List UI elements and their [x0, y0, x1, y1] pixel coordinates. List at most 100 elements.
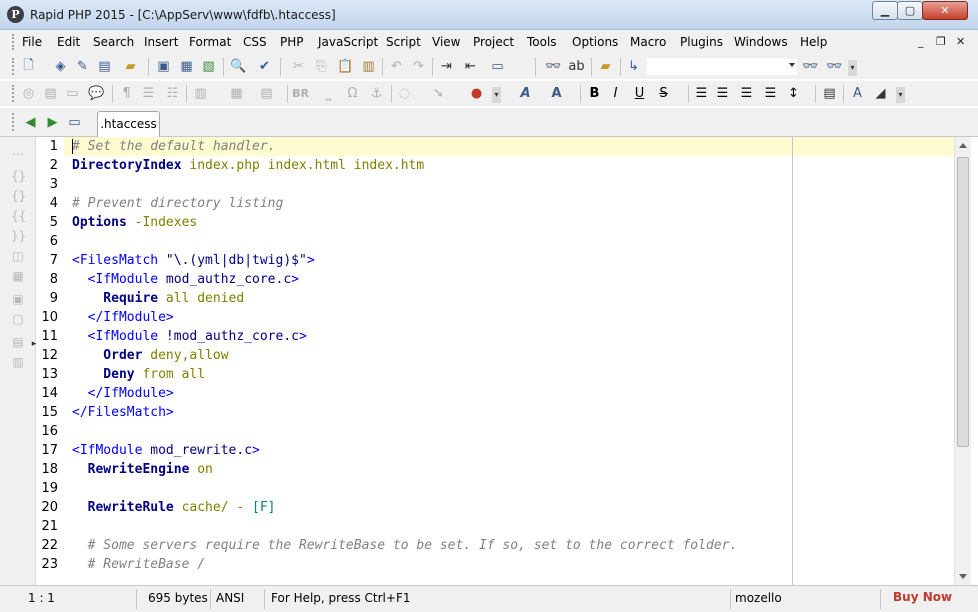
code-line[interactable]	[64, 479, 954, 498]
code-line[interactable]	[64, 517, 954, 536]
line-break-icon[interactable]: BR	[292, 85, 309, 102]
next-tab-icon[interactable]: ▶	[44, 114, 61, 131]
fold-icon[interactable]: {}	[11, 169, 26, 183]
mdi-close-button[interactable]: ✕	[956, 35, 965, 48]
bold-icon[interactable]: B	[586, 85, 603, 102]
code-line[interactable]: Require all denied	[64, 289, 954, 308]
code-line[interactable]: </IfModule>	[64, 308, 954, 327]
strike-icon[interactable]: S	[655, 85, 672, 102]
new-file-icon[interactable]: 🗋	[20, 58, 37, 75]
code-line[interactable]: <IfModule !mod_authz_core.c>	[64, 327, 954, 346]
edit-file-icon[interactable]: ✎	[74, 58, 91, 75]
code-line[interactable]	[64, 232, 954, 251]
grid-icon[interactable]: ▦	[228, 85, 245, 102]
menu-insert[interactable]: Insert	[144, 35, 178, 49]
menu-css[interactable]: CSS	[243, 35, 267, 49]
menu-script[interactable]: Script	[386, 35, 421, 49]
new-php-icon[interactable]: ◈	[52, 58, 69, 75]
copy-icon[interactable]: ⎘	[313, 58, 330, 75]
frame-icon[interactable]: ▥	[192, 85, 209, 102]
marker-icon[interactable]: ▦	[11, 269, 25, 283]
page-properties-icon[interactable]: ▤	[821, 85, 838, 102]
comment-line-icon[interactable]: ▤	[11, 335, 25, 349]
undo-icon[interactable]: ↶	[388, 58, 405, 75]
redo-icon[interactable]: ↷	[410, 58, 427, 75]
menu-edit[interactable]: Edit	[57, 35, 80, 49]
toolbar-grip[interactable]	[12, 85, 16, 102]
unfold-icon[interactable]: {}	[11, 189, 26, 203]
scroll-up-icon[interactable]	[959, 143, 967, 148]
new-template-icon[interactable]: ▤	[96, 58, 113, 75]
align-right-icon[interactable]: ☰	[738, 85, 755, 102]
indent-icon[interactable]: ⇥	[438, 58, 455, 75]
color-picker-icon[interactable]: ●	[468, 85, 485, 102]
uncomment-line-icon[interactable]: ▥	[11, 355, 25, 369]
minimize-button[interactable]: ▁	[872, 1, 898, 20]
anchor-icon[interactable]: ⚓	[368, 85, 385, 102]
code-editor[interactable]: # Set the default handler. DirectoryIndex…	[64, 137, 954, 585]
code-line[interactable]: # Some servers require the RewriteBase t…	[64, 536, 954, 555]
toolbar-overflow-icon[interactable]: ▾	[896, 87, 905, 103]
menu-project[interactable]: Project	[473, 35, 514, 49]
menu-php[interactable]: PHP	[280, 35, 304, 49]
code-line[interactable]: <FilesMatch "\.(yml|db|twig)$">	[64, 251, 954, 270]
replace-icon[interactable]: ab	[568, 58, 585, 75]
uncomment-block-icon[interactable]: ▢	[11, 312, 25, 326]
special-char-icon[interactable]: Ω	[344, 85, 361, 102]
find-in-files-icon[interactable]: ▰	[597, 58, 614, 75]
find-next-icon[interactable]: 👓	[826, 58, 843, 75]
code-line[interactable]: # Prevent directory listing	[64, 194, 954, 213]
style-icon[interactable]: A	[849, 85, 866, 102]
italic-icon[interactable]: I	[607, 85, 624, 102]
menu-macro[interactable]: Macro	[630, 35, 666, 49]
layout-icon[interactable]: ▭	[489, 58, 506, 75]
scroll-down-icon[interactable]	[959, 574, 967, 579]
code-line[interactable]: <IfModule mod_rewrite.c>	[64, 441, 954, 460]
code-line[interactable]: </FilesMatch>	[64, 403, 954, 422]
code-line[interactable]: Deny from all	[64, 365, 954, 384]
number-list-icon[interactable]: ☷	[164, 85, 181, 102]
div-icon[interactable]: ▤	[258, 85, 275, 102]
paste-icon[interactable]: 📋	[337, 58, 354, 75]
tab-list-icon[interactable]: ▭	[66, 114, 83, 131]
save-all-icon[interactable]: ▦	[178, 58, 195, 75]
font-icon[interactable]: A	[517, 85, 534, 102]
menu-tools[interactable]: Tools	[527, 35, 557, 49]
code-line[interactable]: Order deny,allow	[64, 346, 954, 365]
menu-format[interactable]: Format	[189, 35, 231, 49]
search-combo[interactable]	[646, 57, 798, 76]
validate-icon[interactable]: ✔	[256, 58, 273, 75]
table-icon[interactable]: ▤	[42, 85, 59, 102]
comment-block-icon[interactable]: ▣	[11, 292, 25, 306]
previous-tab-icon[interactable]: ◀	[22, 114, 39, 131]
outdent-icon[interactable]: ⇤	[462, 58, 479, 75]
code-line[interactable]: <IfModule mod_authz_core.c>	[64, 270, 954, 289]
expand-icon[interactable]: }}	[11, 229, 26, 243]
open-folder-icon[interactable]: ▰	[122, 58, 139, 75]
paragraph-icon[interactable]: ¶	[118, 85, 135, 102]
align-left-icon[interactable]: ☰	[693, 85, 710, 102]
tabbar-grip[interactable]	[12, 113, 16, 131]
email-icon[interactable]: ➘	[430, 85, 447, 102]
toolbar-overflow-icon[interactable]: ▾	[848, 60, 857, 76]
buy-now-link[interactable]: Buy Now	[893, 590, 952, 604]
preview-icon[interactable]: 🔍	[230, 58, 247, 75]
toolbar-grip[interactable]	[12, 58, 16, 75]
close-button[interactable]: ✕	[922, 1, 968, 20]
goto-icon[interactable]: ↳	[625, 58, 642, 75]
line-spacing-icon[interactable]: ↕	[785, 85, 802, 102]
code-line[interactable]: </IfModule>	[64, 384, 954, 403]
menu-options[interactable]: Options	[572, 35, 618, 49]
clipboard-history-icon[interactable]: ▥	[360, 58, 377, 75]
code-line[interactable]: DirectoryIndex index.php index.html inde…	[64, 156, 954, 175]
menu-file[interactable]: File	[22, 35, 42, 49]
menu-windows[interactable]: Windows	[734, 35, 788, 49]
code-line[interactable]: # Set the default handler.	[64, 137, 954, 156]
cut-icon[interactable]: ✂	[290, 58, 307, 75]
vertical-scrollbar[interactable]	[954, 137, 971, 585]
tab-htaccess[interactable]: .htaccess	[97, 111, 160, 137]
code-line[interactable]	[64, 422, 954, 441]
code-line[interactable]: # RewriteBase /	[64, 555, 954, 574]
mdi-restore-button[interactable]: ❐	[936, 35, 946, 48]
align-center-icon[interactable]: ☰	[714, 85, 731, 102]
